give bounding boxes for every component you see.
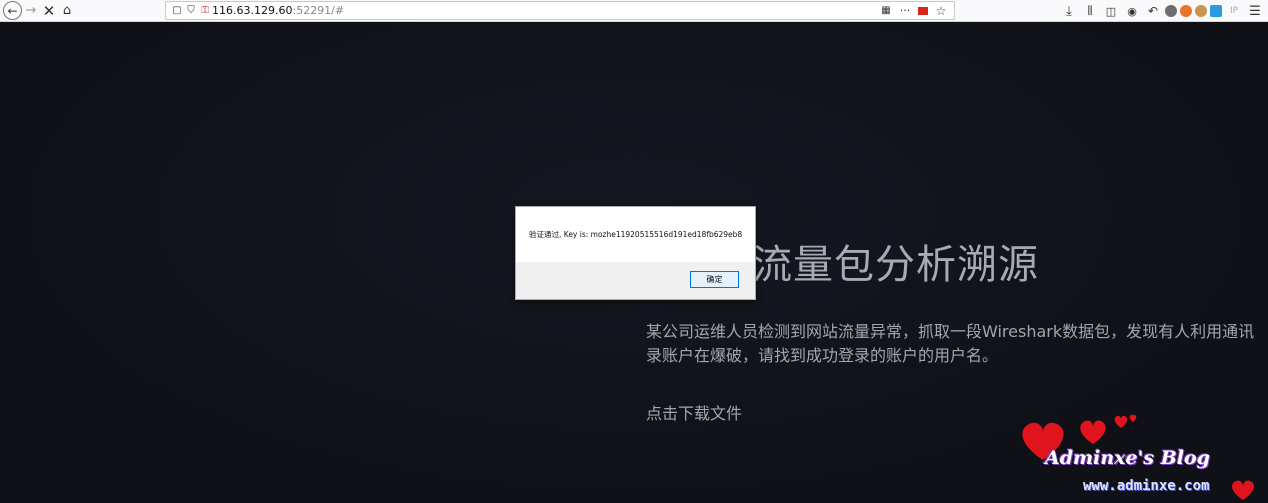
url-path: :52291/# bbox=[292, 4, 345, 17]
ok-button[interactable]: 确定 bbox=[690, 271, 739, 288]
extension-orange-icon[interactable] bbox=[1180, 5, 1192, 17]
download-icon[interactable]: ⤓ bbox=[1060, 2, 1078, 20]
qr-code-icon[interactable]: ▦ bbox=[880, 2, 892, 20]
library-icon[interactable]: ⫼ bbox=[1081, 2, 1099, 20]
stop-icon[interactable]: ✕ bbox=[40, 2, 58, 20]
shield-icon[interactable]: ⛉ bbox=[184, 2, 198, 20]
back-icon[interactable]: ← bbox=[3, 1, 22, 20]
url-host: 116.63.129.60 bbox=[212, 4, 293, 17]
home-icon[interactable]: ⌂ bbox=[58, 2, 76, 20]
watermark-url: www.adminxe.com bbox=[1083, 478, 1210, 494]
undo-icon[interactable]: ↶ bbox=[1144, 2, 1162, 20]
toolbar-right: ⤓ ⫼ ◫ ◉ ↶ IP ☰ bbox=[1060, 0, 1268, 22]
forward-icon[interactable]: → bbox=[22, 2, 40, 20]
url-bar-actions: ▦ ··· ☆ bbox=[880, 2, 948, 19]
url-bar[interactable]: ▢ ⛉ ⚿ 116.63.129.60:52291/# ▦ ··· ☆ bbox=[165, 1, 955, 20]
ip-extension-icon[interactable]: IP bbox=[1225, 2, 1243, 20]
page-info-icon[interactable]: ▢ bbox=[170, 2, 184, 20]
challenge-description: 某公司运维人员检测到网站流量异常，抓取一段Wireshark数据包，发现有人利用… bbox=[646, 322, 1255, 365]
watermark: Adminxe's Blog www.adminxe.com bbox=[1015, 410, 1268, 503]
browser-toolbar: ← → ✕ ⌂ ▢ ⛉ ⚿ 116.63.129.60:52291/# ▦ ··… bbox=[0, 0, 1268, 22]
extension-globe-icon[interactable] bbox=[1165, 5, 1177, 17]
insecure-lock-icon[interactable]: ⚿ bbox=[198, 2, 212, 20]
account-icon[interactable]: ◉ bbox=[1123, 2, 1141, 20]
alert-dialog: 验证通过, Key is: mozhe11920515516d191ed18fb… bbox=[515, 206, 756, 300]
extension-avatar-icon[interactable] bbox=[1195, 5, 1207, 17]
page-headline: 流量包分析溯源 bbox=[752, 242, 1039, 288]
flag-icon[interactable] bbox=[918, 6, 928, 15]
bookmark-star-icon[interactable]: ☆ bbox=[934, 2, 948, 20]
extension-blue-icon[interactable] bbox=[1210, 5, 1222, 17]
sidebar-icon[interactable]: ◫ bbox=[1102, 2, 1120, 20]
alert-message: 验证通过, Key is: mozhe11920515516d191ed18fb… bbox=[529, 230, 743, 239]
menu-icon[interactable]: ☰ bbox=[1246, 2, 1264, 20]
watermark-name: Adminxe's Blog bbox=[1045, 447, 1210, 469]
more-actions-icon[interactable]: ··· bbox=[898, 2, 912, 20]
alert-dialog-body: 验证通过, Key is: mozhe11920515516d191ed18fb… bbox=[516, 207, 755, 262]
download-file-link[interactable]: 点击下载文件 bbox=[646, 400, 742, 424]
